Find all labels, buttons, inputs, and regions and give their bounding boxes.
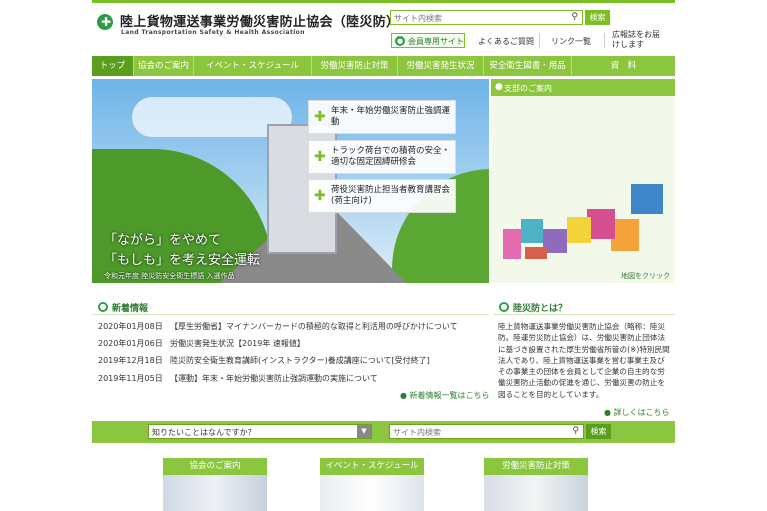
- map-region-kyushu[interactable]: [503, 229, 521, 259]
- map-region-chubu[interactable]: [567, 217, 591, 243]
- promo-card[interactable]: ✚ トラック荷台での積荷の安全・適切な固定固縛研修会: [308, 140, 456, 174]
- nav-item-about[interactable]: 協会のご案内: [134, 56, 194, 76]
- org-name-en: Land Transportation Safety & Health Asso…: [121, 29, 305, 36]
- news-text: 【運動】年末・年始労働災害防止強調運動の実施について: [170, 374, 378, 383]
- news-more-label: 新着情報一覧はこちら: [409, 391, 490, 400]
- news-item[interactable]: 2020年01月06日 労働災害発生状況【2019年 速報値】: [98, 338, 305, 349]
- search-icon: ⚲: [571, 12, 578, 22]
- hero-caption-line1: 「ながら」をやめて: [104, 233, 222, 248]
- news-item[interactable]: 2019年12月18日 陸災防安全衛生教育講師(インストラクター)養成講座について…: [98, 355, 430, 366]
- card-label: 労働災害防止対策: [484, 458, 588, 475]
- news-item[interactable]: 2019年11月05日 【運動】年末・年始労働災害防止強調運動の実施について: [98, 373, 378, 384]
- map-region-shikoku[interactable]: [525, 247, 547, 259]
- topic-select[interactable]: 知りたいことはなんですか？ ▼: [148, 424, 372, 439]
- news-more-link[interactable]: ● 新着情報一覧はこちら: [400, 390, 490, 401]
- promo-card[interactable]: ✚ 年末・年始労働災害防止強調運動: [308, 100, 456, 134]
- topic-select-label: 知りたいことはなんですか？: [152, 428, 256, 437]
- news-date: 2020年01月08日: [98, 322, 163, 331]
- about-more-link[interactable]: ● 詳しくはこちら: [604, 407, 670, 418]
- bottom-search-placeholder: サイト内検索: [393, 428, 441, 437]
- about-more-label: 詳しくはこちら: [613, 408, 670, 417]
- arrow-icon: ●: [400, 391, 410, 400]
- card-image: [484, 475, 588, 511]
- news-date: 2019年12月18日: [98, 356, 163, 365]
- promo-label: 年末・年始労働災害防止強調運動: [331, 106, 451, 127]
- member-site-label: 会員専用サイト: [408, 37, 464, 46]
- plus-icon: ✚: [314, 149, 326, 165]
- header-divider: [604, 33, 605, 48]
- header-divider: [539, 33, 540, 48]
- header-search-placeholder: サイト内検索: [394, 14, 442, 23]
- news-divider: [92, 314, 489, 315]
- news-icon: ●: [98, 302, 108, 312]
- nav-item-top[interactable]: トップ: [92, 56, 134, 76]
- pr-magazine-link[interactable]: 広報誌をお届けします: [612, 30, 664, 50]
- header-search-input[interactable]: サイト内検索 ⚲: [390, 10, 583, 25]
- card-image: [163, 475, 267, 511]
- map-region-kanto[interactable]: [587, 209, 615, 239]
- about-icon: ●: [499, 302, 509, 312]
- news-date: 2020年01月06日: [98, 339, 163, 348]
- member-icon: ●: [395, 36, 405, 46]
- news-text: 陸災防安全衛生教育講師(インストラクター)養成講座について[受付終了]: [170, 356, 430, 365]
- hero-caption-line2: 「もしも」を考え安全運転: [104, 253, 261, 268]
- hero-credit: 令和元年度 陸災防安全衛生標語 入選作品: [104, 272, 235, 280]
- map-region-tohoku[interactable]: [611, 219, 639, 251]
- branch-header: ● 支部のご案内: [491, 79, 675, 96]
- card-events[interactable]: イベント・スケジュール: [320, 458, 424, 511]
- about-divider: [493, 314, 675, 315]
- nav-item-documents[interactable]: 資 料: [572, 56, 675, 76]
- news-text: 労働災害発生状況【2019年 速報値】: [170, 339, 305, 348]
- links-link[interactable]: リンク一覧: [551, 36, 591, 47]
- about-text: 陸上貨物運送事業労働災害防止協会（略称：陸災防。陸運労災防止協会）は、労働災害防…: [498, 322, 670, 399]
- promo-label: トラック荷台での積荷の安全・適切な固定固縛研修会: [331, 146, 451, 167]
- news-date: 2019年11月05日: [98, 374, 163, 383]
- bottom-search-button[interactable]: 検索: [586, 424, 611, 439]
- card-about[interactable]: 協会のご案内: [163, 458, 267, 511]
- map-region-chugoku[interactable]: [521, 219, 543, 243]
- card-image: [320, 475, 424, 511]
- bottom-search-input[interactable]: サイト内検索 ⚲: [389, 424, 584, 439]
- chevron-down-icon[interactable]: ▼: [357, 425, 371, 438]
- promo-label: 荷役災害防止担当者教育講習会(荷主向け): [331, 185, 451, 206]
- card-label: 協会のご案内: [163, 458, 267, 475]
- news-text: 【厚生労働省】マイナンバーカードの積極的な取得と利活用の呼びかけについて: [170, 322, 458, 331]
- plus-icon: ✚: [314, 188, 326, 204]
- map-region-hokkaido[interactable]: [631, 184, 663, 214]
- member-site-button[interactable]: ● 会員専用サイト: [391, 33, 465, 48]
- branch-title: 支部のご案内: [504, 84, 552, 93]
- org-name[interactable]: 陸上貨物運送事業労働災害防止協会（陸災防）: [120, 11, 399, 30]
- map-click-link[interactable]: 地図をクリック: [621, 271, 670, 281]
- search-icon: ⚲: [572, 426, 579, 436]
- nav-item-books[interactable]: 安全衛生図書・用品: [484, 56, 572, 76]
- card-label: イベント・スケジュール: [320, 458, 424, 475]
- header-search-button[interactable]: 検索: [585, 10, 610, 25]
- faq-link[interactable]: よくあるご質問: [478, 36, 534, 47]
- nav-item-prevention[interactable]: 労働災害防止対策: [312, 56, 398, 76]
- news-title: 新着情報: [112, 304, 149, 314]
- map-pin-icon: ●: [495, 82, 503, 92]
- promo-card[interactable]: ✚ 荷役災害防止担当者教育講習会(荷主向け): [308, 179, 456, 213]
- about-title: 陸災防とは？: [513, 304, 568, 314]
- branch-panel: ● 支部のご案内 地図をクリック: [491, 79, 675, 283]
- logo-cross-icon: ✚: [101, 15, 112, 29]
- news-item[interactable]: 2020年01月08日 【厚生労働省】マイナンバーカードの積極的な取得と利活用の呼…: [98, 321, 458, 332]
- nav-item-statistics[interactable]: 労働災害発生状況: [398, 56, 484, 76]
- plus-icon: ✚: [314, 109, 326, 125]
- top-accent-bar: [92, 0, 675, 3]
- main-nav: トップ 協会のご案内 イベント・スケジュール 労働災害防止対策 労働災害発生状況…: [92, 56, 675, 76]
- card-prevention[interactable]: 労働災害防止対策: [484, 458, 588, 511]
- nav-item-events[interactable]: イベント・スケジュール: [194, 56, 312, 76]
- arrow-icon: ●: [604, 408, 614, 417]
